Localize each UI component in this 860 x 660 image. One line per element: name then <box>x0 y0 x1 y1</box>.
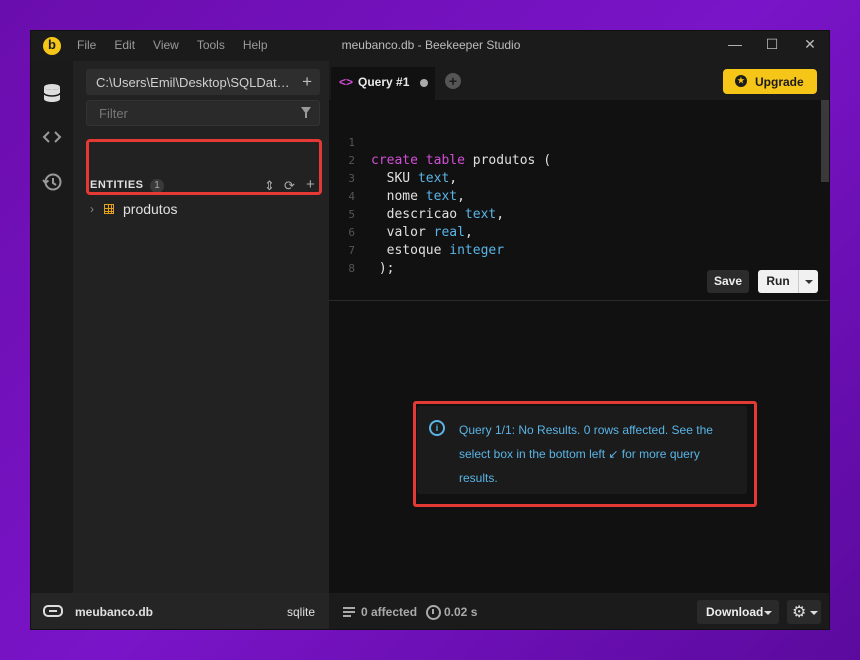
results-panel: i Query 1/1: No Results. 0 rows affected… <box>329 301 829 593</box>
query-code-icon: <> <box>339 75 354 89</box>
editor-scrollbar[interactable] <box>821 100 829 182</box>
clock-icon <box>426 605 441 620</box>
close-button[interactable]: ✕ <box>797 36 823 56</box>
funnel-icon[interactable] <box>301 107 311 118</box>
db-type: sqlite <box>287 605 316 619</box>
chevron-down-icon <box>764 611 772 615</box>
settings-button[interactable]: ⚙ <box>787 600 821 624</box>
table-icon <box>104 204 114 214</box>
code-line: 4 descricao text, <box>329 170 819 222</box>
entity-name: produtos <box>123 201 178 217</box>
entities-title: ENTITIES <box>90 179 144 191</box>
menu-help[interactable]: Help <box>243 38 268 52</box>
tab-query-1[interactable]: <> Query #1 <box>331 67 435 100</box>
code-line: 7 ); <box>329 224 819 276</box>
connection-status-bar: meubanco.db sqlite <box>31 593 329 629</box>
menu-view[interactable]: View <box>153 38 179 52</box>
code-line: 8 <box>329 242 819 275</box>
entity-row-produtos[interactable]: › produtos <box>90 201 320 219</box>
code-icon[interactable] <box>41 127 63 149</box>
run-button[interactable]: Run <box>758 270 798 293</box>
execution-time: 0.02 s <box>444 605 478 619</box>
download-label: Download <box>706 605 764 619</box>
add-entity-icon[interactable]: + <box>306 176 315 193</box>
app-logo-icon <box>43 37 61 55</box>
tab-label: Query #1 <box>358 75 410 89</box>
sidebar: C:\Users\Emil\Desktop\SQLDatabases\meuba… <box>73 61 329 593</box>
activity-bar <box>31 61 73 593</box>
add-connection-icon[interactable]: + <box>302 72 312 92</box>
maximize-button[interactable]: ☐ <box>759 36 785 56</box>
database-icon[interactable] <box>41 83 63 105</box>
tab-bar: <> Query #1 + ★ Upgrade <box>329 61 829 100</box>
results-status-bar: 0 affected 0.02 s Download ⚙ <box>329 593 829 629</box>
code-line: 6 estoque integer <box>329 206 819 258</box>
info-message-box: i Query 1/1: No Results. 0 rows affected… <box>417 406 747 494</box>
sql-editor[interactable]: 1 create table produtos ( 2 SKU text, 3 … <box>329 100 829 300</box>
menu-tools[interactable]: Tools <box>197 38 225 52</box>
affected-count: 0 affected <box>361 605 418 619</box>
title-bar: File Edit View Tools Help meubanco.db - … <box>31 31 829 61</box>
connection-selector[interactable]: C:\Users\Emil\Desktop\SQLDatabases\meuba… <box>86 69 320 95</box>
menu-edit[interactable]: Edit <box>114 38 135 52</box>
info-message: Query 1/1: No Results. 0 rows affected. … <box>459 423 713 485</box>
app-window: File Edit View Tools Help meubanco.db - … <box>30 30 830 630</box>
menu-bar: File Edit View Tools Help <box>77 38 286 52</box>
download-button[interactable]: Download <box>697 600 779 624</box>
entities-count-badge: 1 <box>150 179 164 193</box>
save-button[interactable]: Save <box>707 270 749 293</box>
new-tab-icon[interactable]: + <box>445 73 461 89</box>
refresh-icon[interactable]: ⟳ <box>284 178 295 194</box>
code-line: 2 SKU text, <box>329 134 819 186</box>
filter-box <box>86 100 320 126</box>
upgrade-label: Upgrade <box>755 75 804 89</box>
info-icon: i <box>429 420 445 436</box>
minimize-button[interactable]: — <box>722 36 748 56</box>
line-number: 8 <box>348 262 355 275</box>
chevron-down-icon <box>810 611 818 615</box>
run-options-dropdown[interactable] <box>798 270 818 293</box>
star-icon: ★ <box>735 75 747 87</box>
code-line: 5 valor real, <box>329 188 819 240</box>
unsaved-dot-icon[interactable] <box>420 79 428 87</box>
code-line: 3 nome text, <box>329 152 819 204</box>
link-icon[interactable] <box>43 605 63 617</box>
gear-icon: ⚙ <box>792 604 807 621</box>
filter-input[interactable] <box>97 105 291 122</box>
connection-path: C:\Users\Emil\Desktop\SQLDatabases\meuba… <box>96 75 292 90</box>
db-name: meubanco.db <box>75 605 154 619</box>
code-line: 1 create table produtos ( <box>329 116 819 168</box>
rows-icon <box>343 607 355 617</box>
collapse-icon[interactable]: ⇕ <box>264 178 275 194</box>
history-icon[interactable] <box>41 171 63 193</box>
upgrade-button[interactable]: ★ Upgrade <box>723 69 817 94</box>
entities-header: ENTITIES 1 ⇕ ⟳ + <box>90 176 320 195</box>
chevron-right-icon[interactable]: › <box>90 202 94 216</box>
menu-file[interactable]: File <box>77 38 96 52</box>
